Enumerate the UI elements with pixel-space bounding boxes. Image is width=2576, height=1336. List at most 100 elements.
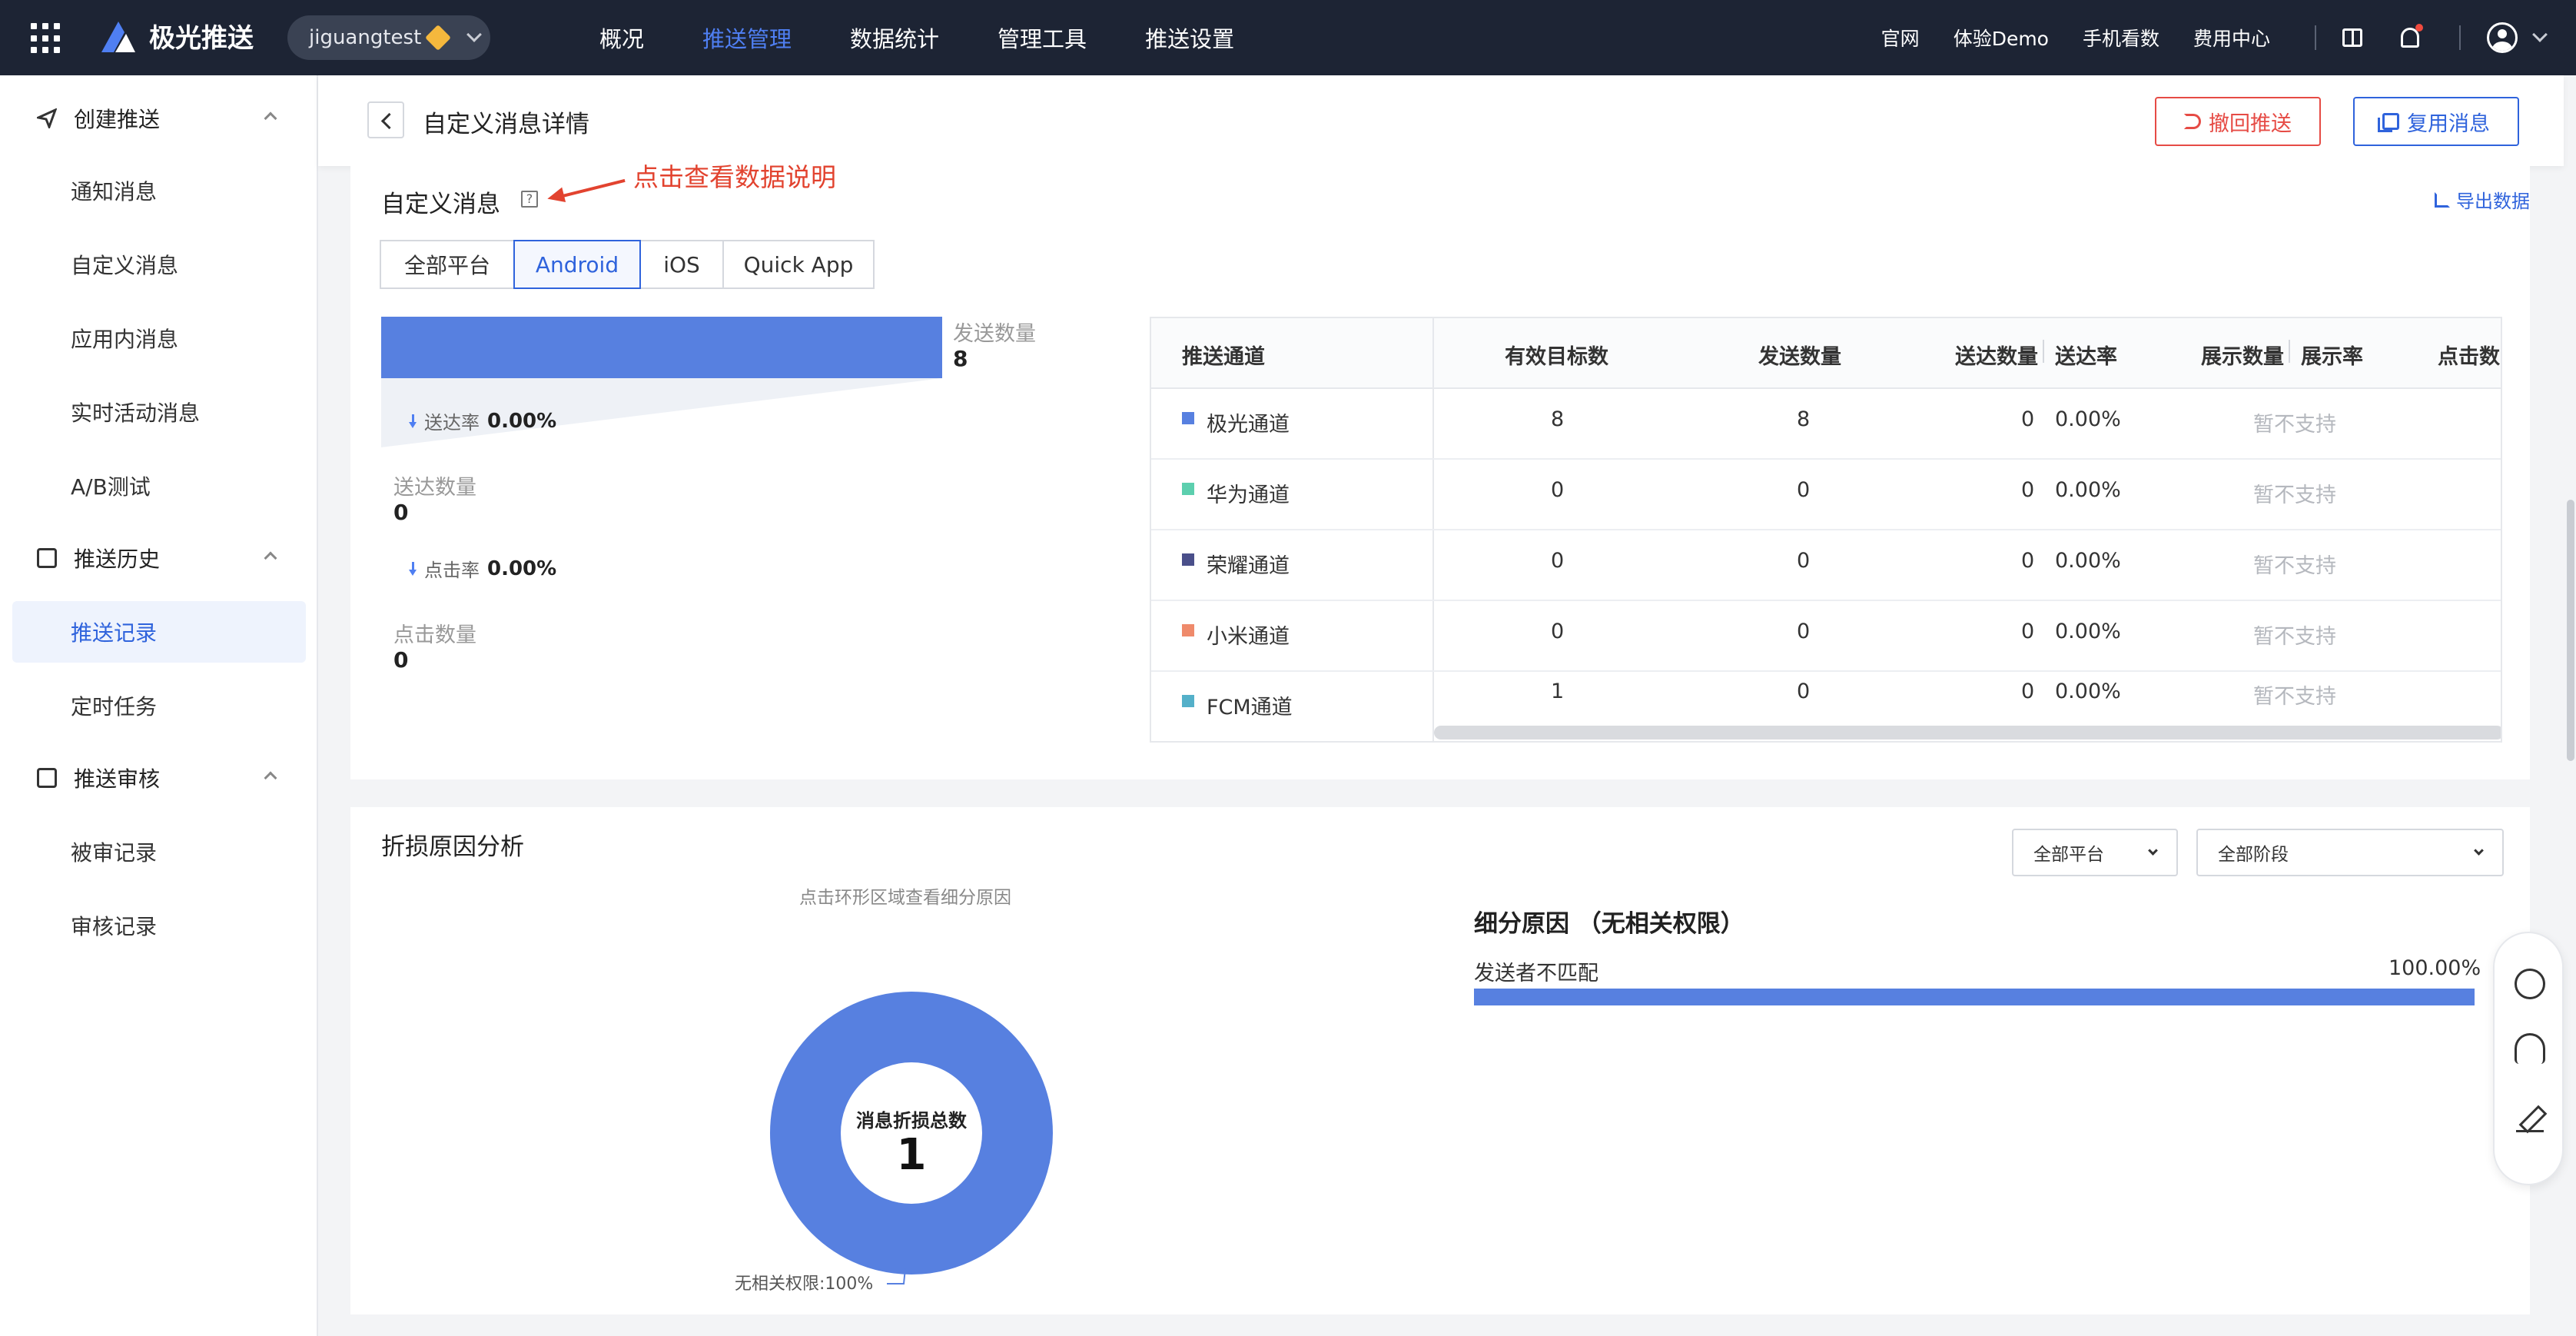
channel-table: 推送通道 有效目标数 发送数量 送达数量 送达率 展示数量 展示率 点击数 极光… — [1150, 317, 2502, 743]
arrow-down-icon — [409, 414, 417, 428]
export-data-link[interactable]: 导出数据 — [2435, 186, 2530, 213]
cell-rate: 0.00% — [2055, 407, 2121, 431]
funnel-graphic — [381, 317, 942, 447]
account-switcher[interactable]: jiguangtest — [287, 15, 490, 60]
cell-delivered: 0 — [2021, 407, 2035, 431]
stage-select[interactable]: 全部阶段 — [2196, 829, 2504, 876]
divider — [2289, 340, 2290, 363]
revoke-push-button[interactable]: 撤回推送 — [2155, 97, 2321, 146]
tab-android[interactable]: Android — [513, 240, 641, 289]
cell-display: 暂不支持 — [2253, 484, 2336, 507]
donut-center-label: 消息折损总数 — [856, 1110, 967, 1132]
cell-rate: 0.00% — [2055, 620, 2121, 643]
link-official-site[interactable]: 官网 — [1881, 24, 1920, 52]
cell-targets: 1 — [1551, 680, 1565, 703]
delivery-rate-label: 送达率 — [424, 412, 480, 434]
section-title: 自定义消息 — [381, 191, 500, 218]
link-billing[interactable]: 费用中心 — [2193, 24, 2270, 52]
main-nav: 概况 推送管理 数据统计 管理工具 推送设置 — [570, 0, 1263, 75]
table-row[interactable]: 小米通道 0 0 0 0.00% 暂不支持 — [1151, 601, 2501, 672]
back-icon[interactable] — [367, 101, 404, 138]
reuse-label: 复用消息 — [2407, 111, 2490, 136]
table-horizontal-scrollbar[interactable] — [1434, 726, 2501, 739]
sidebar-item-scheduled-tasks[interactable]: 定时任务 — [12, 675, 306, 736]
tab-quick-app[interactable]: Quick App — [722, 240, 875, 289]
book-icon[interactable] — [2342, 28, 2362, 47]
cell-targets: 0 — [1551, 620, 1565, 643]
channel-color-swatch — [1182, 412, 1194, 424]
th-delivery-rate: 送达率 — [2055, 345, 2117, 369]
th-display: 展示数量 — [2201, 345, 2284, 369]
tab-all-platforms[interactable]: 全部平台 — [380, 240, 515, 289]
tab-ios[interactable]: iOS — [639, 240, 724, 289]
grid-icon[interactable] — [31, 23, 61, 54]
nav-settings[interactable]: 推送设置 — [1116, 0, 1263, 75]
cell-sent: 0 — [1797, 620, 1811, 643]
audit-icon — [37, 768, 57, 788]
cell-rate: 0.00% — [2055, 478, 2121, 502]
cell-rate: 0.00% — [2055, 549, 2121, 573]
nav-push-management[interactable]: 推送管理 — [673, 0, 821, 75]
nav-tools[interactable]: 管理工具 — [968, 0, 1116, 75]
bell-icon[interactable] — [2401, 24, 2423, 48]
right-nav: 官网 体验Demo 手机看数 费用中心 — [1847, 0, 2548, 75]
table-row[interactable]: 极光通道 8 8 0 0.00% 暂不支持 — [1151, 389, 2501, 460]
message-summary-card: 自定义消息 ? 点击查看数据说明 导出数据 全部平台 Android iOS Q… — [350, 162, 2530, 779]
sidebar-item-ab-test[interactable]: A/B测试 — [12, 455, 306, 517]
th-targets: 有效目标数 — [1505, 345, 1608, 369]
page-title: 自定义消息详情 — [423, 111, 589, 138]
divider — [2459, 25, 2461, 50]
history-icon — [37, 548, 57, 568]
channel-color-swatch — [1182, 483, 1194, 495]
click-rate-value: 0.00% — [487, 557, 557, 580]
delivery-rate-value: 0.00% — [487, 409, 557, 433]
logo-text: 极光推送 — [149, 23, 254, 54]
logo[interactable]: 极光推送 — [98, 17, 254, 55]
platform-tabs: 全部平台 Android iOS Quick App — [380, 240, 875, 289]
detail-reason-title: 细分原因 （无相关权限） — [1474, 910, 1744, 938]
donut-center-total: 1 — [896, 1130, 927, 1180]
support-icon[interactable] — [2515, 1033, 2545, 1064]
help-icon[interactable]: ? — [521, 191, 538, 208]
sidebar-group-label: 创建推送 — [74, 107, 161, 132]
funnel-clicks-label: 点击数量 — [393, 623, 476, 647]
platform-select-value: 全部平台 — [2033, 845, 2104, 865]
user-icon[interactable] — [2487, 22, 2518, 53]
chat-icon[interactable] — [2515, 969, 2545, 999]
cell-sent: 0 — [1797, 549, 1811, 573]
sidebar-item-audited-records[interactable]: 被审记录 — [12, 821, 306, 882]
edit-icon[interactable] — [2515, 1102, 2545, 1133]
nav-statistics[interactable]: 数据统计 — [821, 0, 968, 75]
nav-overview[interactable]: 概况 — [570, 0, 673, 75]
loss-analysis-card: 折损原因分析 点击环形区域查看细分原因 全部平台 全部阶段 消息折损总数 1 无… — [350, 807, 2530, 1314]
sidebar-item-custom-message[interactable]: 自定义消息 — [12, 234, 306, 295]
sidebar-item-push-records[interactable]: 推送记录 — [12, 601, 306, 663]
loss-donut-chart[interactable]: 消息折损总数 1 — [765, 987, 1057, 1279]
page-header: 自定义消息详情 撤回推送 复用消息 — [318, 75, 2564, 166]
link-mobile-view[interactable]: 手机看数 — [2083, 24, 2159, 52]
cell-delivered: 0 — [2021, 620, 2035, 643]
delivery-funnel: 发送数量 8 送达率 0.00% 送达数量 0 点击率 0.00% 点击数量 0 — [381, 317, 1073, 747]
cell-sent: 8 — [1797, 407, 1811, 431]
sidebar-group-create[interactable]: 创建推送 — [0, 95, 318, 141]
sidebar-group-history[interactable]: 推送历史 — [0, 535, 318, 581]
link-demo[interactable]: 体验Demo — [1954, 24, 2049, 52]
sidebar-item-review-records[interactable]: 审核记录 — [12, 895, 306, 956]
sidebar-item-live-activity[interactable]: 实时活动消息 — [12, 381, 306, 443]
sidebar-group-label: 推送历史 — [74, 547, 161, 572]
chevron-down-icon[interactable] — [2532, 27, 2548, 42]
annotation-text: 点击查看数据说明 — [633, 162, 836, 192]
sidebar-group-audit[interactable]: 推送审核 — [0, 755, 318, 801]
sidebar: 创建推送 通知消息 自定义消息 应用内消息 实时活动消息 A/B测试 推送历史 … — [0, 75, 318, 1336]
reuse-message-button[interactable]: 复用消息 — [2353, 97, 2519, 146]
sidebar-item-notification[interactable]: 通知消息 — [12, 160, 306, 221]
page-scrollbar[interactable] — [2567, 500, 2574, 761]
sidebar-item-in-app-message[interactable]: 应用内消息 — [12, 307, 306, 369]
copy-icon — [2378, 113, 2399, 132]
table-row[interactable]: 荣耀通道 0 0 0 0.00% 暂不支持 — [1151, 530, 2501, 601]
sidebar-group-label: 推送审核 — [74, 766, 161, 792]
platform-select[interactable]: 全部平台 — [2012, 829, 2178, 876]
table-row[interactable]: 华为通道 0 0 0 0.00% 暂不支持 — [1151, 460, 2501, 530]
chevron-up-icon — [264, 111, 277, 125]
delivery-rate: 送达率 0.00% — [409, 407, 556, 434]
